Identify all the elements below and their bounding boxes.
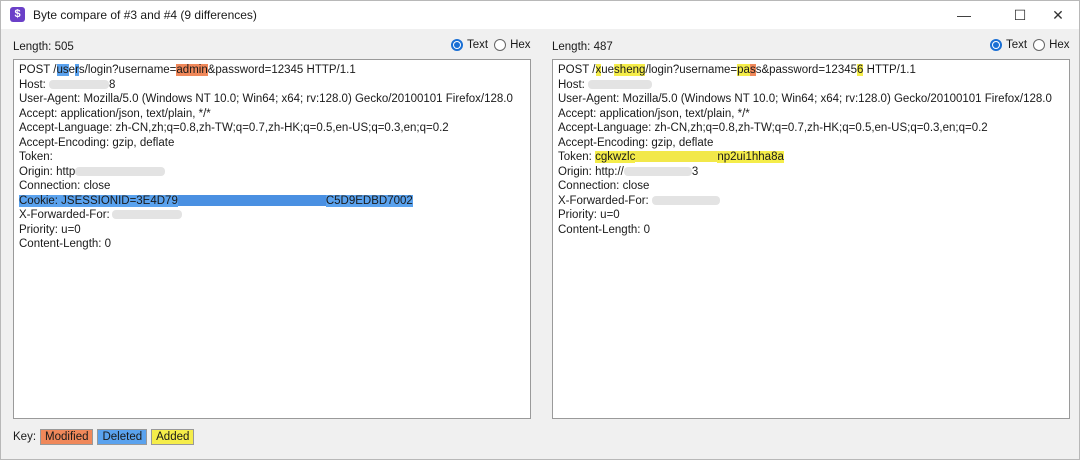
request-line: POST /xuesheng/login?username=pass&passw… — [558, 64, 916, 76]
left-hex-label: Hex — [510, 39, 531, 51]
left-text-label: Text — [467, 39, 489, 51]
key-added: Added — [151, 429, 195, 445]
origin-line: Origin: http://3 — [558, 165, 699, 178]
token-line: Token: cgkwzlc np2ui1hha8a — [558, 151, 784, 163]
right-text-label: Text — [1006, 39, 1028, 51]
priority-line: Priority: u=0 — [558, 209, 620, 221]
added-segment: sheng — [614, 64, 646, 76]
right-length-label: Length: 487 — [552, 41, 613, 53]
key-deleted: Deleted — [97, 429, 148, 445]
accept-encoding-line: Accept-Encoding: gzip, deflate — [19, 136, 175, 149]
key-modified: Modified — [40, 429, 94, 445]
redacted-blur — [111, 210, 182, 220]
byte-compare-window: $ Byte compare of #3 and #4 (9 differenc… — [0, 0, 1080, 460]
cookie-line: Cookie: JSESSIONID=3E4D79 C5D9EDBD7002 — [19, 194, 413, 207]
right-hex-radio[interactable] — [1033, 39, 1046, 51]
redacted-blur — [49, 79, 110, 89]
added-segment: pa — [737, 64, 750, 76]
user-agent-line: User-Agent: Mozilla/5.0 (Windows NT 10.0… — [19, 93, 513, 105]
left-view-mode: Text Hex — [451, 39, 537, 51]
accept-language-line: Accept-Language: zh-CN,zh;q=0.8,zh-TW;q=… — [19, 122, 449, 134]
left-text-panel[interactable]: POST /users/login?username=admin&passwor… — [13, 59, 531, 419]
redacted-blur — [588, 79, 653, 89]
redacted-blur — [623, 166, 692, 176]
left-hex-radio[interactable] — [494, 39, 507, 51]
window-title: Byte compare of #3 and #4 (9 differences… — [33, 8, 257, 22]
accept-line: Accept: application/json, text/plain, */… — [558, 107, 750, 120]
title-bar: $ Byte compare of #3 and #4 (9 differenc… — [1, 1, 1079, 29]
content-length-line: Content-Length: 0 — [558, 223, 651, 236]
x-forwarded-for-line: X-Forwarded-For: — [558, 194, 1052, 209]
redacted-blur — [635, 151, 718, 163]
accept-encoding-line: Accept-Encoding: gzip, deflate — [558, 136, 714, 149]
redacted-blur — [651, 195, 720, 205]
left-length-label: Length: 505 — [13, 41, 74, 53]
key-label: Key: — [13, 431, 37, 443]
x-forwarded-for-line: X-Forwarded-For: — [19, 208, 513, 223]
burp-app-icon: $ — [10, 7, 25, 22]
right-text-radio[interactable] — [990, 39, 1002, 51]
accept-line: Accept: application/json, text/plain, */… — [19, 107, 211, 120]
right-hex-label: Hex — [1049, 39, 1070, 51]
close-button[interactable]: ✕ — [1035, 1, 1080, 29]
left-text-radio[interactable] — [451, 39, 463, 51]
deleted-segment: us — [56, 64, 69, 76]
modified-segment: admin — [176, 64, 208, 76]
priority-line: Priority: u=0 — [19, 223, 81, 236]
redacted-blur — [75, 166, 166, 176]
right-text-panel[interactable]: POST /xuesheng/login?username=pass&passw… — [552, 59, 1070, 419]
connection-line: Connection: close — [558, 180, 650, 192]
diff-key: Key: Modified Deleted Added — [13, 429, 195, 445]
host-line: Host: 8 — [19, 78, 116, 91]
content-length-line: Content-Length: 0 — [19, 238, 112, 250]
right-view-mode: Text Hex — [990, 39, 1076, 51]
request-line: POST /users/login?username=admin&passwor… — [19, 64, 356, 76]
user-agent-line: User-Agent: Mozilla/5.0 (Windows NT 10.0… — [558, 93, 1052, 105]
minimize-button[interactable]: — — [941, 1, 987, 29]
token-line: Token: — [19, 151, 53, 163]
host-line: Host: — [558, 78, 1052, 93]
connection-line: Connection: close — [19, 180, 111, 192]
origin-line: Origin: http — [19, 165, 513, 180]
redacted-blur — [177, 194, 326, 206]
accept-language-line: Accept-Language: zh-CN,zh;q=0.8,zh-TW;q=… — [558, 122, 988, 134]
